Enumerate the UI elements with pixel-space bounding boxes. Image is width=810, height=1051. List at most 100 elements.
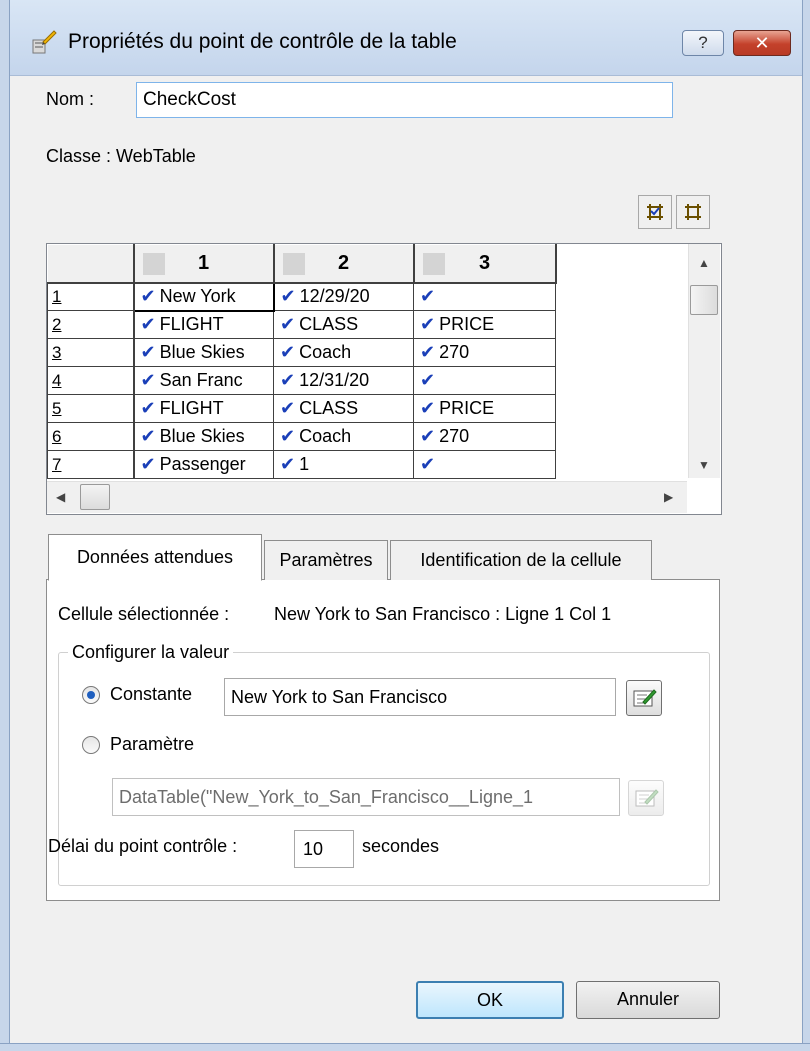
row-header[interactable]: 5 xyxy=(47,394,135,423)
table-cell[interactable]: ✔ Blue Skies xyxy=(133,422,274,451)
check-icon: ✔ xyxy=(140,314,156,335)
table-cell[interactable]: ✔ 12/29/20 xyxy=(273,282,414,311)
close-button[interactable]: ✕ xyxy=(733,30,791,56)
edit-icon xyxy=(635,789,659,807)
ok-button[interactable]: OK xyxy=(416,981,564,1019)
table-cell[interactable]: ✔ 270 xyxy=(413,338,556,367)
column-header[interactable]: 2 xyxy=(273,244,415,284)
check-icon: ✔ xyxy=(420,398,436,418)
check-icon: ✔ xyxy=(280,454,296,474)
grid-horizontal-scrollbar[interactable] xyxy=(47,481,687,513)
edit-parameter-button xyxy=(628,780,664,816)
check-icon: ✔ xyxy=(280,370,296,390)
table-cell[interactable]: ✔ San Franc xyxy=(133,366,274,395)
table-row: 4 ✔ San Franc ✔ 12/31/20 ✔ xyxy=(47,366,556,395)
constant-value-input[interactable]: New York to San Francisco xyxy=(224,678,616,716)
timeout-unit: secondes xyxy=(362,836,440,856)
select-all-cells-button[interactable] xyxy=(638,195,672,229)
table-cell[interactable]: ✔ Blue Skies xyxy=(133,338,274,367)
table-row: 3 ✔ Blue Skies ✔ Coach ✔ 270 xyxy=(47,338,556,367)
selected-cell-value: New York to San Francisco : Ligne 1 Col … xyxy=(274,604,612,624)
check-icon: ✔ xyxy=(280,286,296,307)
clear-all-cells-button[interactable] xyxy=(676,195,710,229)
scroll-left-arrow-icon[interactable]: ◀ xyxy=(56,490,65,504)
check-icon: ✔ xyxy=(420,286,436,307)
check-icon: ✔ xyxy=(420,370,436,390)
check-icon: ✔ xyxy=(140,370,156,390)
check-icon: ✔ xyxy=(280,398,296,418)
check-icon: ✔ xyxy=(280,342,296,362)
table-row: 5 ✔ FLIGHT ✔ CLASS ✔ PRICE xyxy=(47,394,556,423)
table-cell[interactable]: ✔ xyxy=(413,450,556,479)
row-header[interactable]: 7 xyxy=(47,450,135,479)
constant-label: Constante xyxy=(110,684,193,704)
cancel-button[interactable]: Annuler xyxy=(576,981,720,1019)
tab-cell-identification[interactable]: Identification de la cellule xyxy=(390,540,652,580)
grid-table: 1 2 3 1 ✔ New York ✔ 12/29/20 ✔ 2 ✔ FLIGHT … xyxy=(47,244,557,479)
row-header[interactable]: 1 xyxy=(47,282,135,311)
table-cell[interactable]: ✔ Coach xyxy=(273,422,414,451)
row-header[interactable]: 2 xyxy=(47,310,135,339)
table-cell[interactable]: ✔ CLASS xyxy=(273,310,414,339)
check-icon: ✔ xyxy=(420,342,436,362)
selected-cell-label: Cellule sélectionnée : xyxy=(58,604,230,624)
scroll-up-arrow-icon[interactable]: ▲ xyxy=(698,256,710,270)
check-icon: ✔ xyxy=(140,286,156,306)
table-cell[interactable]: ✔ 1 xyxy=(273,450,414,479)
table-cell[interactable]: ✔ PRICE xyxy=(413,394,556,423)
table-cell[interactable]: ✔ CLASS xyxy=(273,394,414,423)
class-info: Classe : WebTable xyxy=(46,146,196,166)
table-cell[interactable]: ✔ Passenger xyxy=(133,450,274,479)
configure-value-title: Configurer la valeur xyxy=(68,642,234,663)
grid-corner xyxy=(47,244,135,284)
name-label: Nom : xyxy=(46,89,95,109)
check-icon: ✔ xyxy=(420,314,436,334)
table-row: 6 ✔ Blue Skies ✔ Coach ✔ 270 xyxy=(47,422,556,451)
timeout-input[interactable]: 10 xyxy=(294,830,354,868)
window-frame-bottom xyxy=(0,1043,810,1051)
grid-vertical-scrollbar[interactable] xyxy=(688,244,720,478)
table-cell[interactable]: ✔ xyxy=(413,366,556,395)
tab-parameters[interactable]: Paramètres xyxy=(264,540,388,580)
table-row: 2 ✔ FLIGHT ✔ CLASS ✔ PRICE xyxy=(47,310,556,339)
table-row: 7 ✔ Passenger ✔ 1 ✔ xyxy=(47,450,556,479)
table-cell[interactable]: ✔ New York xyxy=(132,281,275,312)
name-input[interactable]: CheckCost xyxy=(136,82,673,118)
help-button[interactable]: ? xyxy=(682,30,724,56)
row-header[interactable]: 4 xyxy=(47,366,135,395)
check-icon: ✔ xyxy=(140,426,156,446)
parameter-label: Paramètre xyxy=(110,734,195,754)
scroll-right-arrow-icon[interactable]: ▶ xyxy=(664,490,673,504)
scroll-down-arrow-icon[interactable]: ▼ xyxy=(698,458,710,472)
row-header[interactable]: 3 xyxy=(47,338,135,367)
horizontal-scroll-thumb[interactable] xyxy=(80,484,110,510)
grid-icon xyxy=(685,204,701,220)
check-icon: ✔ xyxy=(280,426,296,446)
table-cell[interactable]: ✔ 12/31/20 xyxy=(273,366,414,395)
tab-expected-data[interactable]: Données attendues xyxy=(48,534,262,581)
table-grid[interactable]: 1 2 3 1 ✔ New York ✔ 12/29/20 ✔ 2 ✔ FLIGHT … xyxy=(46,243,722,515)
row-header[interactable]: 6 xyxy=(47,422,135,451)
check-icon: ✔ xyxy=(420,454,436,474)
check-icon: ✔ xyxy=(280,314,296,334)
edit-icon xyxy=(633,689,657,707)
table-cell[interactable]: ✔ 270 xyxy=(413,422,556,451)
select-all-icon xyxy=(647,204,663,220)
checkpoint-icon xyxy=(32,30,57,54)
column-header[interactable]: 1 xyxy=(133,244,275,284)
edit-constant-button[interactable] xyxy=(626,680,662,716)
window-frame-right xyxy=(802,0,810,1051)
parameter-radio[interactable] xyxy=(82,736,100,754)
table-cell[interactable]: ✔ FLIGHT xyxy=(133,394,274,423)
check-icon: ✔ xyxy=(140,342,156,362)
timeout-label: Délai du point contrôle : xyxy=(48,836,238,856)
table-row: 1 ✔ New York ✔ 12/29/20 ✔ xyxy=(47,281,556,312)
constant-radio[interactable] xyxy=(82,686,100,704)
table-cell[interactable]: ✔ PRICE xyxy=(413,310,556,339)
column-header[interactable]: 3 xyxy=(413,244,557,284)
table-cell[interactable]: ✔ xyxy=(413,282,556,311)
vertical-scroll-thumb[interactable] xyxy=(690,285,718,315)
table-cell[interactable]: ✔ Coach xyxy=(273,338,414,367)
check-icon: ✔ xyxy=(140,454,156,474)
table-cell[interactable]: ✔ FLIGHT xyxy=(133,310,274,339)
